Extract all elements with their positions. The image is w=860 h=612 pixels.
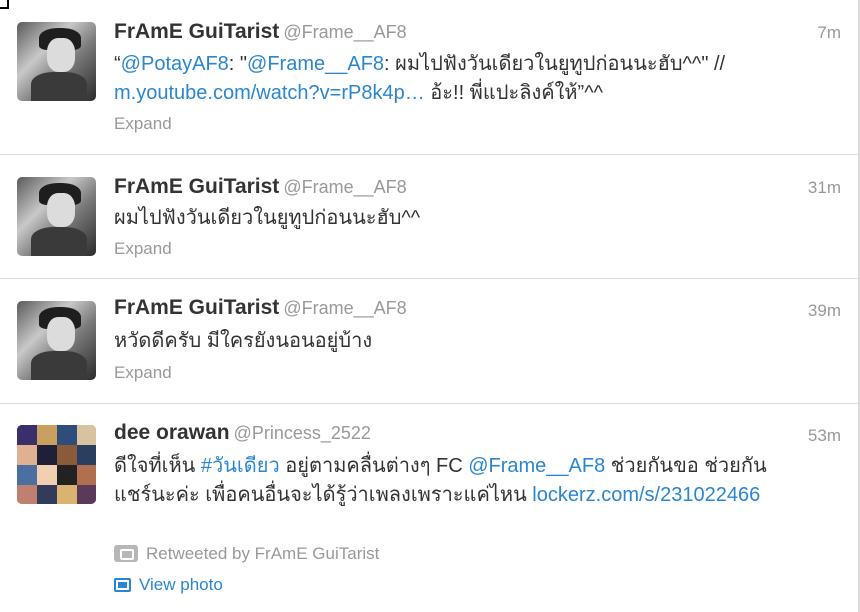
tweet-text: “@PotayAF8: "@Frame__AF8: ผมไปฟังวันเดีย… [114, 50, 834, 108]
tweet-link[interactable]: m.youtube.com/watch?v=rP8k4p… [114, 82, 425, 104]
expand-link[interactable]: Expand [114, 114, 172, 134]
avatar[interactable] [17, 301, 96, 380]
tweet-author-name[interactable]: dee orawan @Princess_2522 [114, 421, 371, 445]
tweet-text: หวัดดีครับ มีใครยังนอนอยู่บ้าง [114, 327, 834, 356]
tweet-text-segment: ดีใจที่เห็น [114, 455, 201, 477]
tweet-text: ดีใจที่เห็น #วันเดียว อยู่ตามคลื่นต่างๆ … [114, 452, 794, 510]
avatar[interactable] [17, 425, 96, 504]
avatar[interactable] [17, 177, 96, 256]
tweet-text-segment: ผมไปฟังวันเดียวในยูทูปก่อนนะฮับ^^ [114, 207, 421, 229]
tweet-timestamp[interactable]: 53m [808, 426, 841, 446]
tweet-author-name[interactable]: FrAmE GuiTarist @Frame__AF8 [114, 175, 407, 199]
tweet-author-handle[interactable]: @Frame__AF8 [283, 298, 406, 318]
tweet-text-segment: อยู่ตามคลื่นต่างๆ FC [279, 455, 469, 477]
tweet-link[interactable]: lockerz.com/s/231022466 [532, 484, 760, 506]
tweet-timestamp[interactable]: 39m [808, 301, 841, 321]
tweet-text-segment: หวัดดีครับ มีใครยังนอนอยู่บ้าง [114, 330, 373, 352]
view-photo-link[interactable]: View photo [114, 575, 223, 595]
retweeted-by: Retweeted by FrAmE GuiTarist [114, 544, 379, 564]
retweet-icon [114, 545, 138, 562]
expand-link[interactable]: Expand [114, 239, 172, 259]
tweet-text-segment: : ผมไปฟังวันเดียวในยูทูปก่อนนะฮับ^^" // [384, 53, 726, 75]
tweet-link[interactable]: @PotayAF8 [121, 53, 229, 75]
tweet-author-name[interactable]: FrAmE GuiTarist @Frame__AF8 [114, 296, 407, 320]
tweet-text: ผมไปฟังวันเดียวในยูทูปก่อนนะฮับ^^ [114, 204, 834, 233]
tweet-item[interactable]: dee orawan @Princess_2522 53m ดีใจที่เห็น… [0, 404, 858, 612]
tweet-timestamp[interactable]: 31m [808, 178, 841, 198]
tweet-link[interactable]: @Frame__AF8 [247, 53, 384, 75]
tweet-text-segment: อ้ะ!! พี่แปะลิงค์ให้”^^ [424, 82, 603, 104]
tweet-author-name[interactable]: FrAmE GuiTarist @Frame__AF8 [114, 20, 407, 44]
tweet-text-segment: : " [228, 53, 248, 75]
retweeted-by-label: Retweeted by FrAmE GuiTarist [146, 544, 380, 563]
tweet-item[interactable]: FrAmE GuiTarist @Frame__AF8 31m ผมไปฟังวั… [0, 155, 858, 279]
expand-link[interactable]: Expand [114, 363, 172, 383]
tweet-author-handle[interactable]: @Princess_2522 [234, 423, 371, 443]
tweet-text-segment: “ [114, 53, 121, 75]
tweet-author-handle[interactable]: @Frame__AF8 [283, 177, 406, 197]
tweet-timestamp[interactable]: 7m [817, 23, 841, 43]
photo-icon [114, 578, 131, 592]
tweet-author-handle[interactable]: @Frame__AF8 [283, 22, 406, 42]
tweet-item[interactable]: FrAmE GuiTarist @Frame__AF8 7m “@PotayAF8… [0, 0, 858, 155]
view-photo-label[interactable]: View photo [139, 575, 223, 594]
tweet-link[interactable]: #วันเดียว [201, 455, 280, 477]
tweet-link[interactable]: @Frame__AF8 [468, 455, 605, 477]
avatar[interactable] [17, 22, 96, 101]
tweet-item[interactable]: FrAmE GuiTarist @Frame__AF8 39m หวัดดีครั… [0, 279, 858, 404]
